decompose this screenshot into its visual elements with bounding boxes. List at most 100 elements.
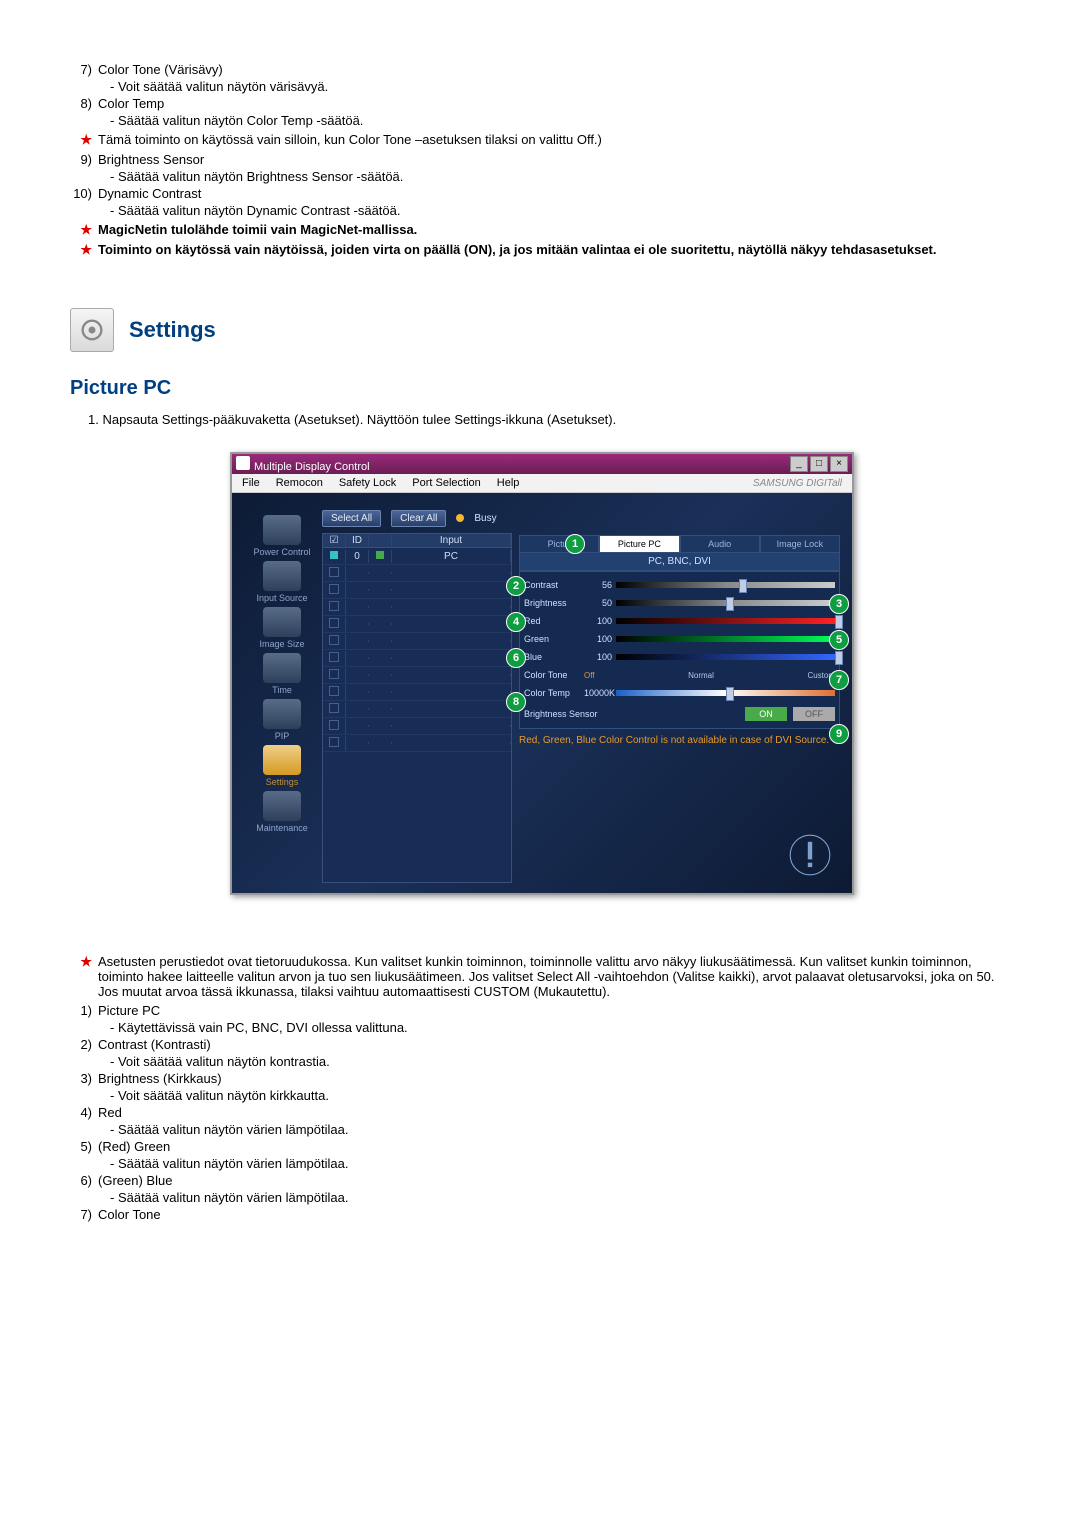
sidebar-label: PIP bbox=[251, 731, 313, 741]
tab-audio[interactable]: Audio bbox=[680, 535, 760, 552]
slider-track[interactable] bbox=[616, 600, 835, 606]
menu-item[interactable]: Remocon bbox=[276, 477, 323, 489]
tab-picture[interactable]: Pictur bbox=[519, 535, 599, 552]
table-row[interactable] bbox=[323, 718, 511, 735]
row-checkbox[interactable] bbox=[329, 703, 339, 713]
note-row: ★ Tämä toiminto on käytössä vain silloin… bbox=[70, 132, 1010, 148]
sidebar-item[interactable]: Input Source bbox=[251, 561, 313, 603]
row-checkbox[interactable] bbox=[329, 737, 339, 747]
slider-thumb[interactable] bbox=[739, 579, 747, 593]
list-item: 6)(Green) Blue bbox=[70, 1173, 1010, 1188]
callout-6: 6 bbox=[506, 648, 526, 668]
sidebar-item[interactable]: Image Size bbox=[251, 607, 313, 649]
menu-item[interactable]: Safety Lock bbox=[339, 477, 396, 489]
row-checkbox[interactable] bbox=[329, 686, 339, 696]
slider-row: Contrast56 bbox=[524, 576, 835, 594]
table-row[interactable] bbox=[323, 735, 511, 752]
sidebar-icon bbox=[263, 515, 301, 545]
list-item: 9) Brightness Sensor bbox=[70, 152, 1010, 167]
list-item: 7) Color Tone (Värisävy) bbox=[70, 62, 1010, 77]
star-icon: ★ bbox=[70, 222, 92, 238]
sidebar-item[interactable]: Power Control bbox=[251, 515, 313, 557]
tab-picture-pc[interactable]: Picture PC bbox=[599, 535, 679, 552]
warning-icon bbox=[788, 833, 832, 877]
row-checkbox[interactable] bbox=[329, 618, 339, 628]
table-row[interactable] bbox=[323, 684, 511, 701]
tab-image-lock[interactable]: Image Lock bbox=[760, 535, 840, 552]
slider-track[interactable] bbox=[616, 654, 835, 660]
sidebar-item[interactable]: Time bbox=[251, 653, 313, 695]
star-icon: ★ bbox=[70, 242, 92, 258]
list-number: 7) bbox=[70, 62, 92, 77]
row-checkbox[interactable] bbox=[329, 567, 339, 577]
bsensor-label: Brightness Sensor bbox=[524, 709, 739, 719]
menu-item[interactable]: Help bbox=[497, 477, 520, 489]
slider-thumb[interactable] bbox=[726, 687, 734, 701]
callout-2: 2 bbox=[506, 576, 526, 596]
list-item: 3)Brightness (Kirkkaus) bbox=[70, 1071, 1010, 1086]
list-sub: - Säätää valitun näytön värien lämpötila… bbox=[110, 1156, 1010, 1171]
table-row[interactable] bbox=[323, 701, 511, 718]
list-title: Red bbox=[98, 1105, 1010, 1120]
slider-value: 100 bbox=[584, 634, 612, 644]
menu-item[interactable]: File bbox=[242, 477, 260, 489]
table-row[interactable] bbox=[323, 667, 511, 684]
list-title: Brightness (Kirkkaus) bbox=[98, 1071, 1010, 1086]
row-checkbox[interactable] bbox=[329, 635, 339, 645]
slider-track[interactable] bbox=[616, 618, 835, 624]
table-row[interactable] bbox=[323, 633, 511, 650]
row-checkbox[interactable] bbox=[329, 601, 339, 611]
menubar: File Remocon Safety Lock Port Selection … bbox=[232, 474, 852, 493]
section-title: Picture PC bbox=[70, 377, 1010, 400]
list-item: 7)Color Tone bbox=[70, 1207, 1010, 1222]
select-all-button[interactable]: Select All bbox=[322, 510, 381, 527]
row-checkbox[interactable] bbox=[329, 720, 339, 730]
slider-thumb[interactable] bbox=[835, 651, 843, 665]
tone-options[interactable]: OffNormalCustom bbox=[584, 671, 835, 680]
slider-thumb[interactable] bbox=[726, 597, 734, 611]
sidebar-label: Power Control bbox=[251, 547, 313, 557]
window-titlebar[interactable]: Multiple Display Control _ □ × bbox=[232, 454, 852, 474]
table-row[interactable] bbox=[323, 616, 511, 633]
star-icon: ★ bbox=[70, 954, 92, 999]
sidebar-item[interactable]: Maintenance bbox=[251, 791, 313, 833]
slider-thumb[interactable] bbox=[835, 615, 843, 629]
row-checkbox[interactable] bbox=[329, 652, 339, 662]
busy-label: Busy bbox=[474, 513, 496, 524]
callout-5: 5 bbox=[829, 630, 849, 650]
col-check[interactable]: ☑ bbox=[323, 534, 346, 547]
list-title: Contrast (Kontrasti) bbox=[98, 1037, 1010, 1052]
list-sub: - Säätää valitun näytön värien lämpötila… bbox=[110, 1190, 1010, 1205]
bsensor-off-button[interactable]: OFF bbox=[793, 707, 835, 721]
list-sub: - Säätää valitun näytön värien lämpötila… bbox=[110, 1122, 1010, 1137]
list-number: 10) bbox=[70, 186, 92, 201]
row-checkbox[interactable] bbox=[330, 551, 338, 559]
table-row[interactable]: 0PC bbox=[323, 548, 511, 565]
list-sub: - Voit säätää valitun näytön kirkkautta. bbox=[110, 1088, 1010, 1103]
menu-item[interactable]: Port Selection bbox=[412, 477, 480, 489]
slider-row: Red100 bbox=[524, 612, 835, 630]
slider-track[interactable] bbox=[616, 582, 835, 588]
row-checkbox[interactable] bbox=[329, 669, 339, 679]
table-row[interactable] bbox=[323, 565, 511, 582]
table-row[interactable] bbox=[323, 650, 511, 667]
settings-header: Settings bbox=[70, 308, 1010, 352]
sidebar-item[interactable]: Settings bbox=[251, 745, 313, 787]
slider-track[interactable] bbox=[616, 636, 835, 642]
table-row[interactable] bbox=[323, 599, 511, 616]
color-temp-row: Color Temp10000K bbox=[524, 684, 835, 702]
list-item: 1)Picture PC bbox=[70, 1003, 1010, 1018]
maximize-button[interactable]: □ bbox=[810, 456, 828, 472]
clear-all-button[interactable]: Clear All bbox=[391, 510, 446, 527]
table-row[interactable] bbox=[323, 582, 511, 599]
close-button[interactable]: × bbox=[830, 456, 848, 472]
list-number: 7) bbox=[70, 1207, 92, 1222]
minimize-button[interactable]: _ bbox=[790, 456, 808, 472]
row-checkbox[interactable] bbox=[329, 584, 339, 594]
bsensor-on-button[interactable]: ON bbox=[745, 707, 787, 721]
sidebar-item[interactable]: PIP bbox=[251, 699, 313, 741]
sidebar-label: Time bbox=[251, 685, 313, 695]
list-number: 8) bbox=[70, 96, 92, 111]
note-row: ★ Toiminto on käytössä vain näytöissä, j… bbox=[70, 242, 1010, 258]
slider-track[interactable] bbox=[616, 690, 835, 696]
